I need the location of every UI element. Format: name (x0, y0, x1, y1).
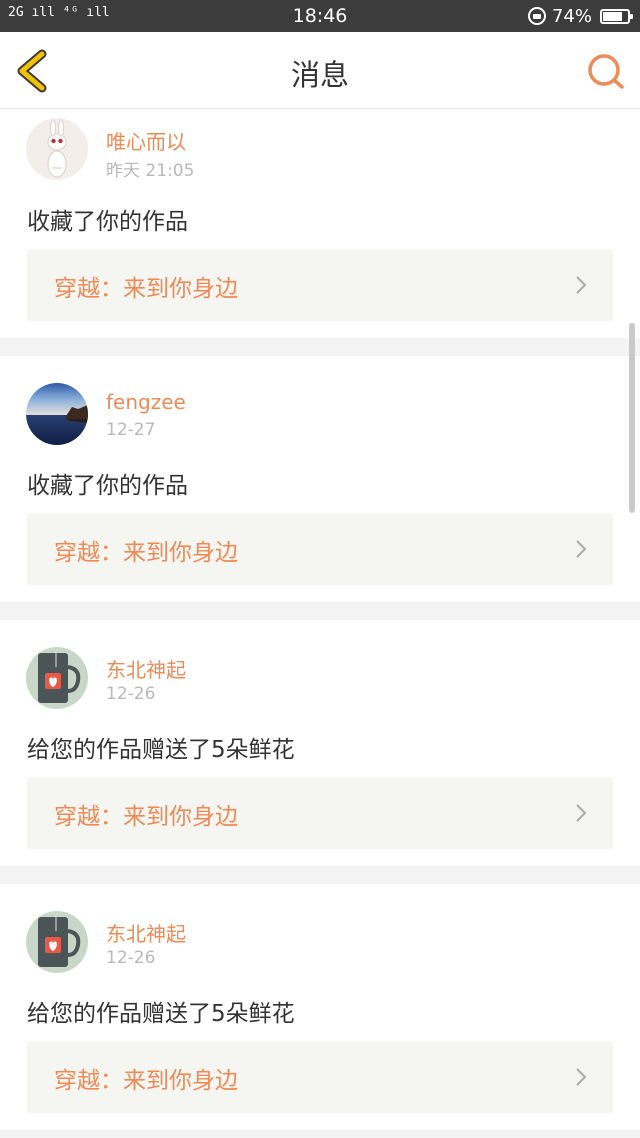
user-name[interactable]: 东北神起 (106, 654, 186, 683)
nav-bar: 消息 (0, 32, 640, 109)
action-text: 给您的作品赠送了5朵鲜花 (27, 737, 295, 763)
work-title: 穿越：来到你身边 (54, 276, 238, 302)
avatar[interactable] (26, 383, 88, 445)
message-list[interactable]: 唯心而以 昨天 21:05 收藏了你的作品 穿越：来到你身边 fengzee 1… (0, 109, 640, 1138)
battery-percent: 74% (551, 5, 592, 27)
status-right: 74% (527, 4, 633, 28)
rotation-lock-icon (527, 7, 546, 25)
user-name[interactable]: 东北神起 (106, 918, 186, 947)
work-title: 穿越：来到你身边 (54, 1068, 238, 1094)
page-title: 消息 (290, 58, 349, 92)
post-time: 昨天 21:05 (106, 161, 195, 181)
avatar-lake-image (26, 383, 88, 445)
search-icon[interactable] (586, 52, 626, 92)
post-time: 12-27 (106, 420, 156, 440)
chevron-right-icon (576, 540, 587, 558)
user-name[interactable]: fengzee (106, 390, 186, 414)
message-card: 唯心而以 昨天 21:05 收藏了你的作品 穿越：来到你身边 (0, 109, 640, 338)
avatar-rabbit-image (26, 118, 88, 180)
message-card: 东北神起 12-26 给您的作品赠送了5朵鲜花 穿越：来到你身边 (0, 620, 640, 866)
chevron-right-icon (576, 1068, 587, 1086)
post-time: 12-26 (106, 948, 156, 968)
avatar[interactable] (26, 118, 88, 180)
avatar-mug-image (26, 647, 88, 709)
work-link[interactable]: 穿越：来到你身边 (27, 777, 613, 849)
post-time: 12-26 (106, 684, 156, 704)
action-text: 给您的作品赠送了5朵鲜花 (27, 1001, 295, 1027)
action-text: 收藏了你的作品 (27, 473, 188, 499)
work-title: 穿越：来到你身边 (54, 804, 238, 830)
action-text: 收藏了你的作品 (27, 209, 188, 235)
avatar[interactable] (26, 911, 88, 973)
work-title: 穿越：来到你身边 (54, 540, 238, 566)
avatar[interactable] (26, 647, 88, 709)
work-link[interactable]: 穿越：来到你身边 (27, 249, 613, 321)
status-bar: 2G ıll ⁴ᴳ ıll 18:46 74% (0, 0, 640, 32)
message-card: fengzee 12-27 收藏了你的作品 穿越：来到你身边 (0, 356, 640, 602)
scrollbar[interactable] (629, 323, 635, 513)
message-card: 东北神起 12-26 给您的作品赠送了5朵鲜花 穿越：来到你身边 (0, 884, 640, 1130)
chevron-right-icon (576, 804, 587, 822)
work-link[interactable]: 穿越：来到你身边 (27, 513, 613, 585)
user-name[interactable]: 唯心而以 (106, 126, 186, 155)
avatar-mug-image (26, 911, 88, 973)
work-link[interactable]: 穿越：来到你身边 (27, 1041, 613, 1113)
chevron-right-icon (576, 276, 587, 294)
battery-icon (600, 8, 633, 24)
